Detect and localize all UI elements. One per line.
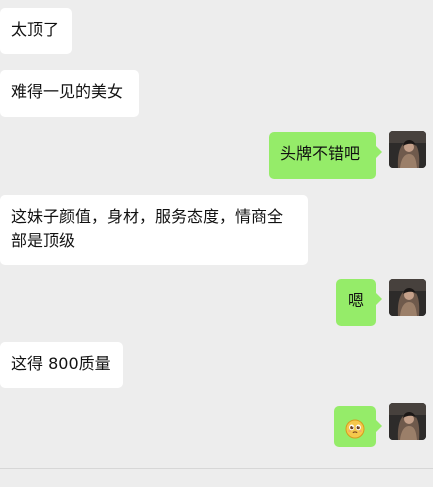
divider — [0, 468, 433, 469]
message-text: 头牌不错吧 — [280, 144, 361, 163]
incoming-message[interactable]: 这妹子颜值，身材，服务态度，情商全部是顶级 — [0, 195, 308, 265]
message-text: 难得一见的美女 — [11, 82, 124, 101]
incoming-message[interactable]: 难得一见的美女 — [0, 70, 139, 117]
pleading-face-icon — [345, 419, 365, 439]
incoming-message[interactable]: 太顶了 — [0, 8, 72, 54]
avatar-image — [389, 403, 426, 440]
message-text: 太顶了 — [11, 20, 60, 39]
avatar[interactable] — [389, 403, 426, 440]
message-text: 这得 800质量 — [11, 354, 111, 373]
message-text: 这妹子颜值，身材，服务态度，情商全部是顶级 — [11, 207, 284, 250]
avatar-image — [389, 279, 426, 316]
avatar[interactable] — [389, 279, 426, 316]
outgoing-message[interactable]: 头牌不错吧 — [269, 132, 382, 179]
outgoing-message[interactable]: 嗯 — [336, 279, 382, 326]
incoming-message[interactable]: 这得 800质量 — [0, 342, 123, 388]
avatar-image — [389, 131, 426, 168]
message-text: 嗯 — [347, 291, 364, 310]
chat-thread: 太顶了 难得一见的美女 头牌不错吧 这妹子颜值，身材，服务态度，情商全部是顶级 … — [0, 0, 433, 487]
outgoing-message[interactable] — [334, 406, 382, 447]
avatar[interactable] — [389, 131, 426, 168]
